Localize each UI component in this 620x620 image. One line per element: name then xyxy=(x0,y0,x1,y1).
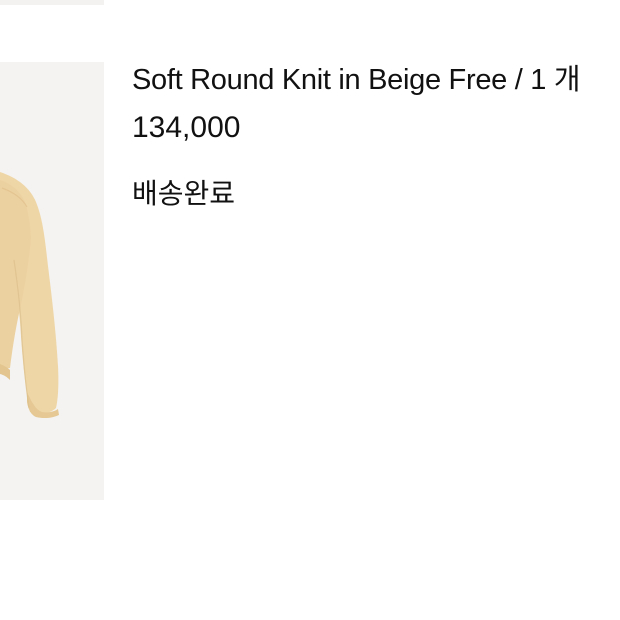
order-item-page: Soft Round Knit in Beige Free / 1 개 134,… xyxy=(0,0,620,620)
beige-knit-sweater-image xyxy=(0,62,104,500)
delivery-status: 배송완료 xyxy=(132,177,236,210)
product-thumbnail[interactable] xyxy=(0,62,104,500)
order-item-info: Soft Round Knit in Beige Free / 1 개 134,… xyxy=(132,58,618,214)
product-price: 134,000 xyxy=(132,111,241,144)
product-name[interactable]: Soft Round Knit in Beige Free / 1 개 xyxy=(132,58,618,102)
previous-item-thumbnail-edge xyxy=(0,0,104,5)
